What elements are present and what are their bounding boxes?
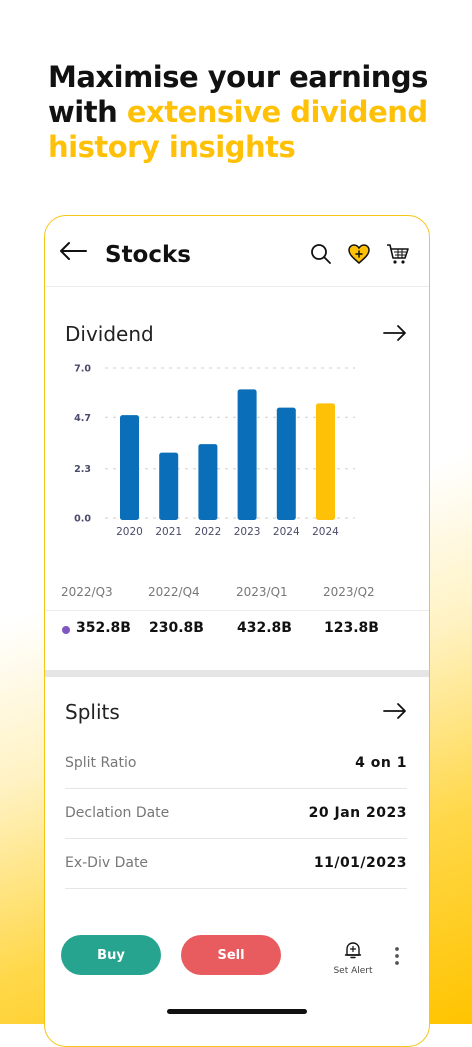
quarter-value: 230.8B — [149, 620, 204, 636]
page-title: Stocks — [105, 242, 191, 268]
y-tick-label: 4.7 — [74, 413, 91, 424]
chart-bar[interactable] — [316, 403, 335, 520]
chart-bar[interactable] — [237, 389, 257, 520]
ex-div-date-value: 11/01/2023 — [313, 855, 407, 871]
chart-bar[interactable] — [276, 407, 296, 520]
declaration-date-label: Declation Date — [65, 805, 170, 821]
quarter-label: 2023/Q2 — [323, 585, 375, 599]
declaration-date-value: 20 Jan 2023 — [308, 805, 407, 821]
chart-bar[interactable] — [198, 444, 218, 520]
row-divider — [65, 888, 407, 889]
x-tick-label: 2023 — [234, 526, 261, 538]
dividend-title: Dividend — [65, 322, 154, 346]
splits-title: Splits — [65, 700, 120, 724]
set-alert-label: Set Alert — [333, 966, 373, 976]
chart-bar[interactable] — [120, 415, 139, 520]
quarter-divider — [45, 610, 429, 611]
quarter-label: 2022/Q3 — [61, 585, 113, 599]
sell-button[interactable]: Sell — [181, 935, 281, 975]
split-ratio-label: Split Ratio — [65, 755, 137, 771]
chart-bar[interactable] — [159, 452, 179, 520]
x-tick-label: 2024 — [312, 526, 339, 538]
bell-plus-icon — [344, 942, 362, 959]
headline-line2-prefix: with — [48, 95, 127, 129]
section-separator — [45, 670, 429, 677]
split-ratio-value: 4 on 1 — [355, 755, 407, 771]
watchlist-heart-icon[interactable] — [347, 242, 371, 266]
headline-line2: with extensive dividend — [48, 95, 448, 130]
quarter-value: 432.8B — [237, 620, 292, 636]
top-bar: Stocks — [45, 216, 429, 286]
headline: Maximise your earnings with extensive di… — [48, 60, 448, 165]
row-divider — [65, 788, 407, 789]
x-tick-label: 2024 — [273, 526, 300, 538]
phone-screen: Stocks Dividend 0.0 2.3 4.7 7.0 2020 2021 2022… — [44, 215, 430, 1047]
y-tick-label: 2.3 — [74, 464, 91, 475]
header-divider — [45, 286, 429, 287]
quarter-value: 352.8B — [76, 620, 131, 636]
x-tick-label: 2022 — [195, 526, 222, 538]
set-alert-button[interactable]: Set Alert — [330, 940, 376, 976]
search-icon[interactable] — [309, 242, 333, 266]
ex-div-date-label: Ex-Div Date — [65, 855, 149, 871]
buy-button[interactable]: Buy — [61, 935, 161, 975]
dividend-arrow-icon[interactable] — [383, 324, 407, 342]
quarter-label: 2023/Q1 — [236, 585, 288, 599]
cart-icon[interactable] — [386, 242, 410, 266]
y-tick-label: 0.0 — [74, 514, 91, 525]
x-tick-label: 2021 — [155, 526, 182, 538]
headline-line3: history insights — [48, 130, 296, 164]
splits-arrow-icon[interactable] — [383, 702, 407, 720]
more-options-icon[interactable] — [393, 946, 401, 966]
dividend-chart: 0.0 2.3 4.7 7.0 2020 2021 2022 2023 2024 2024 — [74, 364, 355, 538]
headline-highlight: extensive dividend — [126, 95, 428, 129]
x-tick-label: 2020 — [116, 526, 143, 538]
row-divider — [65, 838, 407, 839]
quarter-values: 352.8B 230.8B 432.8B 123.8B — [45, 620, 429, 656]
series-dot-icon — [62, 626, 70, 634]
quarter-value: 123.8B — [324, 620, 379, 636]
quarter-label: 2022/Q4 — [148, 585, 200, 599]
home-indicator — [167, 1009, 307, 1014]
y-tick-label: 7.0 — [74, 364, 91, 375]
headline-line1: Maximise your earnings — [48, 60, 428, 94]
back-arrow-icon[interactable] — [59, 241, 87, 261]
